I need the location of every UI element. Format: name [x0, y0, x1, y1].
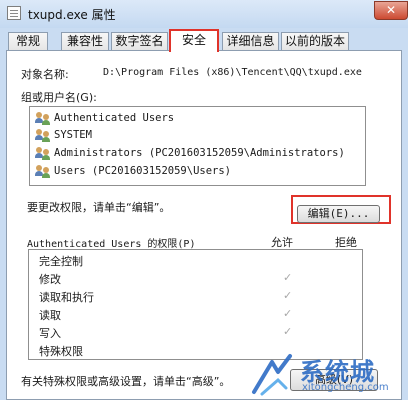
tab-digital-signatures[interactable]: 数字签名 [111, 32, 168, 51]
tab-previous-versions[interactable]: 以前的版本 [281, 32, 349, 51]
advanced-button[interactable]: 高级(V) [290, 369, 378, 391]
permission-name: 修改 [39, 273, 61, 286]
list-item[interactable]: Users (PC201603152059\Users) [35, 162, 231, 179]
user-name: SYSTEM [54, 128, 92, 141]
tab-general[interactable]: 常规 [8, 32, 48, 51]
users-icon [35, 111, 51, 125]
user-list[interactable]: Authenticated Users SYSTEM Administrator… [29, 106, 366, 186]
list-item[interactable]: Administrators (PC201603152059\Administr… [35, 144, 345, 161]
list-item[interactable]: Authenticated Users [35, 109, 174, 126]
allow-header: 允许 [271, 236, 293, 249]
tab-strip: 常规 兼容性 数字签名 安全 详细信息 以前的版本 [0, 29, 408, 52]
tab-details[interactable]: 详细信息 [222, 32, 279, 51]
allow-check-icon: ✓ [283, 307, 293, 320]
deny-header: 拒绝 [335, 236, 357, 249]
allow-check-icon: ✓ [283, 289, 293, 302]
advanced-hint: 有关特殊权限或高级设置，请单击“高级”。 [21, 375, 231, 388]
permission-name: 写入 [39, 327, 61, 340]
permission-name: 读取 [39, 309, 61, 322]
tab-compatibility[interactable]: 兼容性 [61, 32, 109, 51]
user-name: Administrators (PC201603152059\Administr… [54, 146, 345, 159]
object-name-value: D:\Program Files (x86)\Tencent\QQ\txupd.… [103, 67, 362, 78]
user-name: Users (PC201603152059\Users) [54, 164, 232, 177]
tab-security[interactable]: 安全 [169, 29, 219, 52]
permission-name: 读取和执行 [39, 291, 94, 304]
users-icon [35, 128, 51, 142]
allow-check-icon: ✓ [283, 271, 293, 284]
users-icon [35, 146, 51, 160]
permissions-list: 完全控制 修改 ✓ 读取和执行 ✓ 读取 ✓ 写入 ✓ 特殊权限 [28, 249, 363, 360]
permissions-header: Authenticated Users 的权限(P) [27, 239, 196, 250]
allow-check-icon: ✓ [283, 325, 293, 338]
groups-label: 组或用户名(G): [21, 91, 97, 104]
permission-name: 特殊权限 [39, 345, 83, 358]
title-bar: txupd.exe 属性 ✕ [0, 0, 408, 28]
close-button[interactable]: ✕ [374, 1, 408, 20]
edit-hint: 要更改权限，请单击“编辑”。 [27, 201, 171, 214]
object-name-label: 对象名称: [21, 68, 69, 81]
permission-name: 完全控制 [39, 255, 83, 268]
file-icon [7, 6, 21, 20]
user-name: Authenticated Users [54, 111, 175, 124]
permissions-scrollbar[interactable] [364, 249, 372, 360]
users-icon [35, 164, 51, 178]
window-title: txupd.exe 属性 [28, 8, 116, 22]
list-item[interactable]: SYSTEM [35, 126, 92, 143]
edit-button[interactable]: 编辑(E)... [297, 205, 380, 223]
